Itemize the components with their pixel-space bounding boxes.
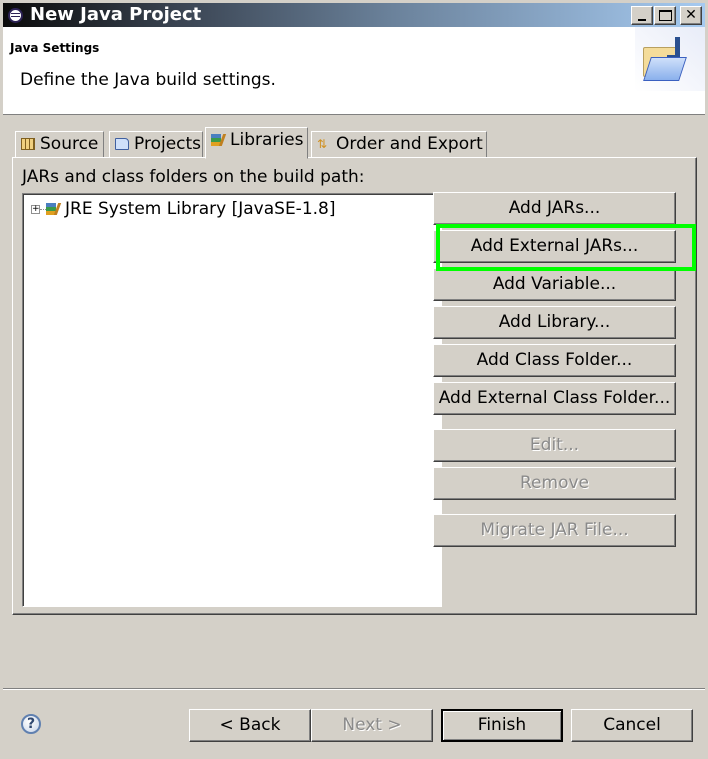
maximize-button[interactable] bbox=[654, 6, 676, 25]
tree-item-label: JRE System Library [JavaSE-1.8] bbox=[65, 199, 336, 219]
title-bar[interactable]: New Java Project ✕ bbox=[3, 3, 705, 27]
minimize-icon bbox=[638, 19, 646, 21]
order-export-icon: ⇅ bbox=[317, 137, 328, 151]
close-button[interactable]: ✕ bbox=[680, 6, 702, 25]
help-icon[interactable]: ? bbox=[21, 714, 41, 734]
build-path-label: JARs and class folders on the build path… bbox=[22, 167, 365, 187]
new-java-project-dialog: New Java Project ✕ Java Settings Define … bbox=[0, 0, 708, 759]
tab-projects[interactable]: Projects bbox=[109, 131, 203, 158]
next-button[interactable]: Next > bbox=[311, 709, 433, 742]
tab-label: Projects bbox=[134, 134, 202, 154]
tab-libraries[interactable]: Libraries bbox=[205, 127, 308, 159]
section-title: Java Settings bbox=[10, 41, 100, 55]
tab-order-and-export[interactable]: ⇅ Order and Export bbox=[311, 131, 487, 158]
cancel-button[interactable]: Cancel bbox=[571, 709, 693, 742]
add-class-folder-button[interactable]: Add Class Folder... bbox=[433, 344, 676, 377]
tab-source[interactable]: Source bbox=[15, 131, 104, 158]
remove-button[interactable]: Remove bbox=[433, 467, 676, 500]
footer-separator bbox=[3, 688, 705, 690]
library-icon bbox=[211, 134, 221, 146]
edit-button[interactable]: Edit... bbox=[433, 429, 676, 462]
page-description: Define the Java build settings. bbox=[20, 70, 276, 90]
wizard-header: Java Settings Define the Java build sett… bbox=[3, 27, 705, 115]
eclipse-icon bbox=[8, 8, 23, 23]
tab-label: Source bbox=[40, 134, 99, 154]
add-external-class-folder-button[interactable]: Add External Class Folder... bbox=[433, 382, 676, 415]
migrate-jar-file-button[interactable]: Migrate JAR File... bbox=[433, 514, 676, 547]
add-external-jars-button[interactable]: Add External JARs... bbox=[433, 230, 676, 263]
library-icon bbox=[46, 203, 56, 215]
add-variable-button[interactable]: Add Variable... bbox=[433, 268, 676, 301]
maximize-icon bbox=[659, 10, 672, 21]
minimize-button[interactable] bbox=[631, 6, 653, 25]
java-folder-icon bbox=[635, 27, 705, 91]
project-folder-icon bbox=[115, 138, 129, 150]
add-library-button[interactable]: Add Library... bbox=[433, 306, 676, 339]
add-jars-button[interactable]: Add JARs... bbox=[433, 192, 676, 225]
finish-button[interactable]: Finish bbox=[441, 709, 563, 742]
tab-label: Order and Export bbox=[336, 134, 483, 154]
close-icon: ✕ bbox=[685, 7, 697, 23]
window-title: New Java Project bbox=[30, 4, 202, 25]
tab-label: Libraries bbox=[230, 130, 304, 150]
build-path-tree[interactable]: + JRE System Library [JavaSE-1.8] bbox=[22, 193, 442, 607]
expand-icon[interactable]: + bbox=[31, 205, 40, 214]
source-folder-icon bbox=[21, 138, 35, 150]
back-button[interactable]: < Back bbox=[189, 709, 311, 742]
folder-front-shape bbox=[643, 57, 687, 81]
